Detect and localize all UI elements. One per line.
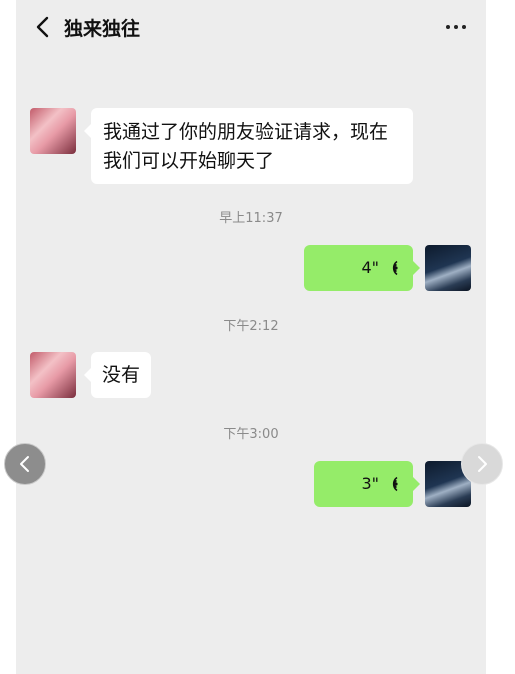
voice-wave-icon bbox=[392, 476, 398, 492]
voice-message-bubble[interactable]: 4" bbox=[304, 245, 420, 291]
voice-duration: 3" bbox=[361, 474, 379, 493]
chevron-left-icon bbox=[20, 456, 29, 472]
chevron-left-icon bbox=[36, 16, 49, 38]
chat-screen: 独来独往 我通过了你的朋友验证请求，现在 我们可以开始聊天了 早上11:37 4… bbox=[16, 0, 486, 674]
message-text: 没有 bbox=[102, 364, 141, 386]
timestamp: 下午2:12 bbox=[223, 319, 279, 334]
chat-title: 独来独往 bbox=[64, 18, 141, 40]
message-text-line: 我通过了你的朋友验证请求，现在 bbox=[103, 121, 389, 143]
voice-message-bubble[interactable]: 3" bbox=[314, 461, 420, 507]
back-button[interactable] bbox=[28, 12, 58, 42]
voice-duration: 4" bbox=[361, 258, 379, 277]
message-bubble-received[interactable]: 我通过了你的朋友验证请求，现在 我们可以开始聊天了 bbox=[84, 108, 413, 184]
voice-wave-icon bbox=[392, 260, 398, 276]
timestamp: 下午3:00 bbox=[223, 427, 279, 442]
contact-avatar[interactable] bbox=[30, 108, 76, 154]
more-dots-icon bbox=[446, 25, 450, 29]
contact-avatar[interactable] bbox=[30, 352, 76, 398]
next-image-button[interactable] bbox=[461, 443, 503, 485]
more-button[interactable] bbox=[436, 12, 476, 42]
chevron-right-icon bbox=[478, 456, 487, 472]
prev-image-button[interactable] bbox=[4, 443, 46, 485]
timestamp: 早上11:37 bbox=[219, 211, 283, 226]
message-bubble-received[interactable]: 没有 bbox=[84, 352, 151, 398]
chat-header: 独来独往 bbox=[16, 0, 486, 54]
my-avatar[interactable] bbox=[425, 245, 471, 291]
message-text-line: 我们可以开始聊天了 bbox=[103, 150, 275, 172]
